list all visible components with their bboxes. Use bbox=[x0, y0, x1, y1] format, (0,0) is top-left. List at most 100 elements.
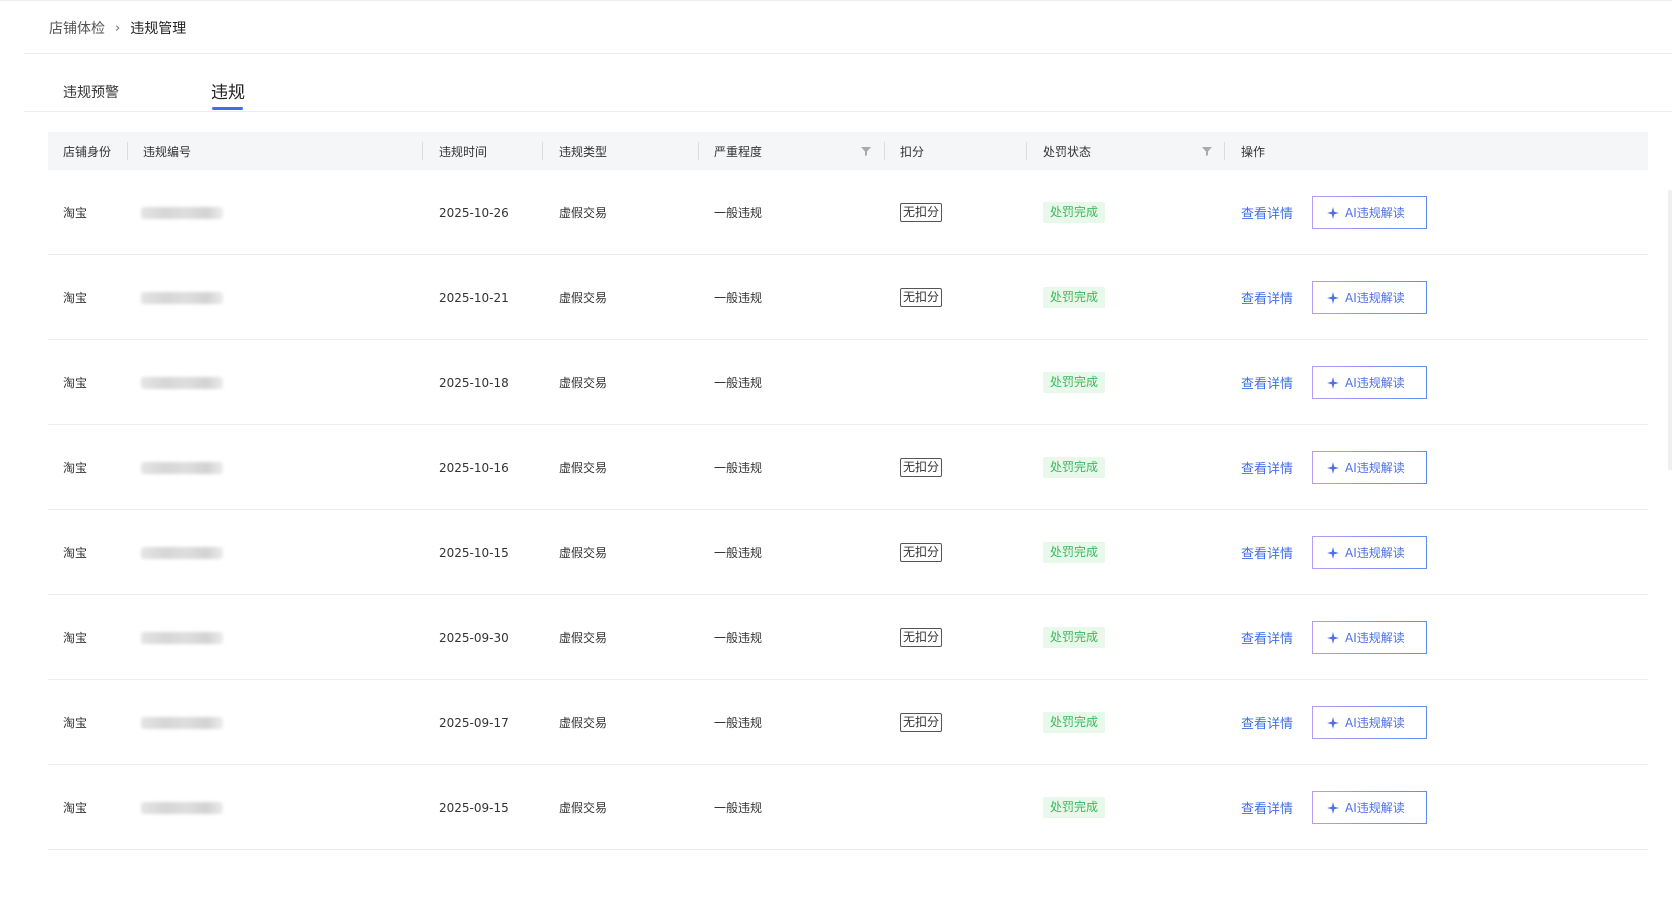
header-separator bbox=[542, 142, 543, 160]
view-details-link[interactable]: 查看详情 bbox=[1241, 628, 1293, 647]
redacted-violation-number bbox=[141, 631, 223, 644]
deduction-cell: 无扣分 bbox=[900, 255, 943, 340]
action-cell: 查看详情 bbox=[1241, 680, 1293, 765]
deduction-cell: 无扣分 bbox=[900, 425, 943, 510]
table-row: 淘宝 2025-10-16 虚假交易 一般违规 无扣分 处罚完成 查看详情 AI… bbox=[48, 425, 1648, 510]
type-cell: 虚假交易 bbox=[559, 631, 608, 645]
tabs-divider bbox=[24, 111, 1672, 112]
action-cell: 查看详情 bbox=[1241, 510, 1293, 595]
table-row: 淘宝 2025-10-21 虚假交易 一般违规 无扣分 处罚完成 查看详情 AI… bbox=[48, 255, 1648, 340]
ai-action-cell: AI违规解读 bbox=[1312, 595, 1427, 680]
status-badge: 处罚完成 bbox=[1043, 797, 1106, 818]
severity-cell: 一般违规 bbox=[714, 716, 763, 730]
status-cell: 处罚完成 bbox=[1043, 425, 1106, 510]
table-row: 淘宝 2025-10-18 虚假交易 一般违规 处罚完成 查看详情 AI违规解读 bbox=[48, 340, 1648, 425]
deduction-tag: 无扣分 bbox=[900, 713, 943, 732]
status-badge: 处罚完成 bbox=[1043, 372, 1106, 393]
status-badge: 处罚完成 bbox=[1043, 457, 1106, 478]
deduction-cell: 无扣分 bbox=[900, 595, 943, 680]
violation-number-cell bbox=[141, 680, 223, 765]
breadcrumb: 店铺体检 › 违规管理 bbox=[49, 16, 186, 40]
deduction-tag: 无扣分 bbox=[900, 458, 943, 477]
severity-filter-icon[interactable] bbox=[860, 145, 872, 157]
header-separator bbox=[884, 142, 885, 160]
view-details-link[interactable]: 查看详情 bbox=[1241, 458, 1293, 477]
tab-violation-warning[interactable]: 违规预警 bbox=[63, 82, 119, 102]
sparkle-icon bbox=[1327, 801, 1339, 814]
header-separator bbox=[698, 142, 699, 160]
sparkle-icon bbox=[1327, 376, 1339, 389]
table-row: 淘宝 2025-10-15 虚假交易 一般违规 无扣分 处罚完成 查看详情 AI… bbox=[48, 510, 1648, 595]
violation-number-cell bbox=[141, 765, 223, 850]
ai-action-cell: AI违规解读 bbox=[1312, 170, 1427, 255]
view-details-link[interactable]: 查看详情 bbox=[1241, 713, 1293, 732]
header-number: 违规编号 bbox=[143, 144, 192, 159]
identity-cell: 淘宝 bbox=[63, 631, 88, 645]
view-details-link[interactable]: 查看详情 bbox=[1241, 373, 1293, 392]
deduction-tag bbox=[900, 382, 904, 384]
ai-action-cell: AI违规解读 bbox=[1312, 425, 1427, 510]
ai-violation-interpret-button[interactable]: AI违规解读 bbox=[1312, 536, 1427, 569]
status-cell: 处罚完成 bbox=[1043, 170, 1106, 255]
identity-cell: 淘宝 bbox=[63, 801, 88, 815]
ai-button-label: AI违规解读 bbox=[1345, 631, 1405, 645]
header-identity: 店铺身份 bbox=[63, 144, 112, 159]
top-border bbox=[0, 0, 1672, 1]
ai-violation-interpret-button[interactable]: AI违规解读 bbox=[1312, 706, 1427, 739]
status-filter-icon[interactable] bbox=[1201, 145, 1213, 157]
header-separator bbox=[127, 142, 128, 160]
header-status: 处罚状态 bbox=[1043, 144, 1092, 159]
time-cell: 2025-09-30 bbox=[439, 630, 509, 645]
tab-violation[interactable]: 违规 bbox=[211, 78, 245, 103]
deduction-tag: 无扣分 bbox=[900, 628, 943, 647]
ai-violation-interpret-button[interactable]: AI违规解读 bbox=[1312, 366, 1427, 399]
view-details-link[interactable]: 查看详情 bbox=[1241, 543, 1293, 562]
ai-action-cell: AI违规解读 bbox=[1312, 255, 1427, 340]
header-separator bbox=[1224, 142, 1225, 160]
table-header: 店铺身份 违规编号 违规时间 违规类型 严重程度 扣分 处罚状态 操作 bbox=[48, 132, 1648, 170]
ai-violation-interpret-button[interactable]: AI违规解读 bbox=[1312, 451, 1427, 484]
severity-cell: 一般违规 bbox=[714, 376, 763, 390]
table-row: 淘宝 2025-09-17 虚假交易 一般违规 无扣分 处罚完成 查看详情 AI… bbox=[48, 680, 1648, 765]
view-details-link[interactable]: 查看详情 bbox=[1241, 798, 1293, 817]
redacted-violation-number bbox=[141, 376, 223, 389]
ai-button-label: AI违规解读 bbox=[1345, 801, 1405, 815]
severity-cell: 一般违规 bbox=[714, 546, 763, 560]
ai-action-cell: AI违规解读 bbox=[1312, 510, 1427, 595]
status-cell: 处罚完成 bbox=[1043, 680, 1106, 765]
ai-violation-interpret-button[interactable]: AI违规解读 bbox=[1312, 196, 1427, 229]
scrollbar[interactable] bbox=[1668, 190, 1672, 470]
status-cell: 处罚完成 bbox=[1043, 340, 1106, 425]
sparkle-icon bbox=[1327, 206, 1339, 219]
deduction-tag: 无扣分 bbox=[900, 203, 943, 222]
status-cell: 处罚完成 bbox=[1043, 255, 1106, 340]
status-cell: 处罚完成 bbox=[1043, 510, 1106, 595]
status-badge: 处罚完成 bbox=[1043, 202, 1106, 223]
view-details-link[interactable]: 查看详情 bbox=[1241, 203, 1293, 222]
view-details-link[interactable]: 查看详情 bbox=[1241, 288, 1293, 307]
redacted-violation-number bbox=[141, 206, 223, 219]
violation-number-cell bbox=[141, 425, 223, 510]
ai-action-cell: AI违规解读 bbox=[1312, 765, 1427, 850]
time-cell: 2025-10-26 bbox=[439, 205, 509, 220]
severity-cell: 一般违规 bbox=[714, 206, 763, 220]
ai-violation-interpret-button[interactable]: AI违规解读 bbox=[1312, 281, 1427, 314]
breadcrumb-divider bbox=[24, 53, 1672, 54]
violation-number-cell bbox=[141, 510, 223, 595]
table-row: 淘宝 2025-09-15 虚假交易 一般违规 处罚完成 查看详情 AI违规解读 bbox=[48, 765, 1648, 850]
ai-violation-interpret-button[interactable]: AI违规解读 bbox=[1312, 791, 1427, 824]
identity-cell: 淘宝 bbox=[63, 376, 88, 390]
ai-button-label: AI违规解读 bbox=[1345, 546, 1405, 560]
header-type: 违规类型 bbox=[559, 144, 608, 159]
severity-cell: 一般违规 bbox=[714, 631, 763, 645]
identity-cell: 淘宝 bbox=[63, 206, 88, 220]
deduction-tag: 无扣分 bbox=[900, 288, 943, 307]
ai-violation-interpret-button[interactable]: AI违规解读 bbox=[1312, 621, 1427, 654]
deduction-cell bbox=[900, 765, 904, 850]
action-cell: 查看详情 bbox=[1241, 765, 1293, 850]
deduction-cell: 无扣分 bbox=[900, 170, 943, 255]
violation-number-cell bbox=[141, 170, 223, 255]
header-separator bbox=[1026, 142, 1027, 160]
ai-button-label: AI违规解读 bbox=[1345, 716, 1405, 730]
breadcrumb-shop-checkup[interactable]: 店铺体检 bbox=[49, 18, 105, 38]
